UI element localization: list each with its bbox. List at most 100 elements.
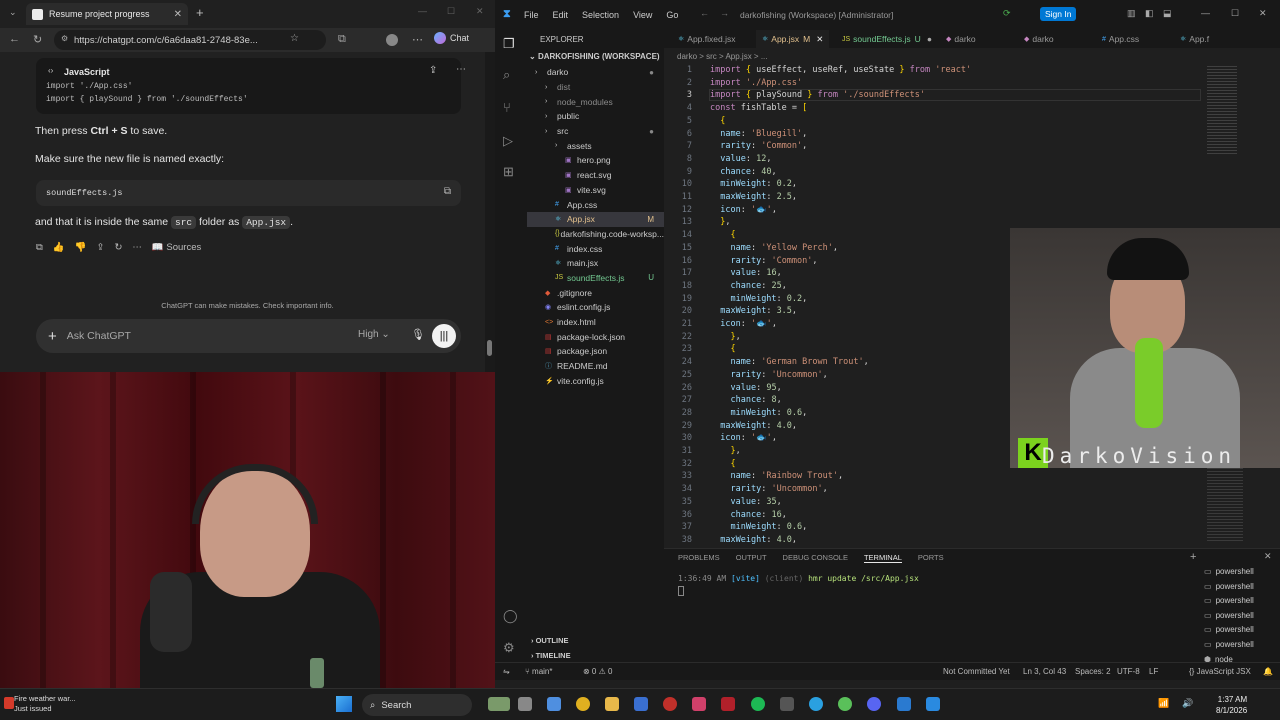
language-mode[interactable]: {} JavaScript JSX [1189,667,1251,676]
layout-icon[interactable]: ▥ [1127,8,1136,19]
edge-icon[interactable] [809,697,823,711]
cursor-position[interactable]: Ln 3, Col 43 [1023,667,1066,676]
tree-item[interactable]: ▤ package.json [527,344,664,359]
widgets-icon[interactable] [488,697,510,711]
notifications-icon[interactable]: 🔔 [1263,667,1273,676]
editor-tab[interactable]: ◆ darko [1018,30,1060,48]
menu-view[interactable]: View [633,10,652,20]
editor-tab[interactable]: # App.css [1096,30,1145,48]
profile-avatar[interactable] [386,34,398,46]
tab-problems[interactable]: PROBLEMS [678,553,720,563]
maximize-icon[interactable]: ☐ [447,6,455,17]
line-ending[interactable]: LF [1149,667,1158,676]
tree-item[interactable]: › darko ● [527,65,664,80]
file-explorer-icon[interactable] [605,697,619,711]
tree-item[interactable]: ▤ package-lock.json [527,329,664,344]
extensions-icon[interactable]: ⊞ [503,164,519,180]
windows-start-icon[interactable] [336,696,352,712]
app-icon[interactable] [838,697,852,711]
timeline-section[interactable]: › TIMELINE [531,651,571,660]
tree-item[interactable]: › assets [527,138,664,153]
tab-list-icon[interactable]: ⌄ [9,7,17,18]
more-icon[interactable]: ⋯ [412,33,423,46]
thumbs-down-icon[interactable]: 👎 [75,242,87,253]
tree-item[interactable]: ⚛ main.jsx [527,256,664,271]
editor-tab[interactable]: ⚛ App.f [1174,30,1215,48]
settings-gear-icon[interactable]: ⚙ [503,640,519,656]
terminal-instance[interactable]: ▭ powershell [1204,596,1254,611]
copilot-chat-button[interactable]: Chat [434,32,469,44]
close-tab-icon[interactable]: ✕ [174,9,182,20]
task-view-icon[interactable] [518,697,532,711]
scrollbar[interactable] [485,52,495,372]
workspace-title[interactable]: darkofishing (Workspace) [Administrator] [740,10,893,20]
terminal-instance[interactable]: ▭ powershell [1204,625,1254,640]
regenerate-icon[interactable]: ↻ [114,242,122,253]
close-window-icon[interactable]: ✕ [1259,8,1267,19]
tab-ports[interactable]: PORTS [918,553,944,563]
maps-icon[interactable] [692,697,706,711]
weather-alert-icon[interactable] [4,697,14,709]
tree-item[interactable]: ◉ eslint.config.js [527,300,664,315]
tree-item[interactable]: # index.css [527,241,664,256]
tab-debug-console[interactable]: DEBUG CONSOLE [783,553,848,563]
outline-section[interactable]: › OUTLINE [531,636,569,645]
voice-mode-button[interactable]: ||| [432,324,456,348]
new-tab-icon[interactable]: + [196,5,204,20]
indentation[interactable]: Spaces: 2 [1075,667,1111,676]
git-branch[interactable]: ⑂ main* [525,667,552,676]
menu-edit[interactable]: Edit [553,10,569,20]
copy-icon[interactable]: ⧉ [444,186,451,198]
tree-item[interactable]: JS soundEffects.js U [527,271,664,286]
terminal-instance[interactable]: ▭ powershell [1204,567,1254,582]
favorite-icon[interactable]: ☆ [290,33,299,44]
app-icon[interactable] [663,697,677,711]
run-debug-icon[interactable]: ▷ [503,133,519,149]
url-field[interactable]: ⚙ https://chatgpt.com/c/6a6daa81-2748-83… [54,30,326,50]
tree-item[interactable]: ⚛ App.jsx M [527,211,664,227]
model-level-select[interactable]: High ⌄ [358,329,390,340]
close-panel-icon[interactable]: ✕ [1264,551,1272,562]
volume-icon[interactable]: 🔊 [1182,698,1193,709]
problems-count[interactable]: ⊗ 0 ⚠ 0 [583,667,612,676]
tree-item[interactable]: › dist [527,80,664,95]
share-icon[interactable]: ⇪ [96,242,104,253]
discord-icon[interactable] [867,697,881,711]
minimize-icon[interactable]: — [1201,8,1210,18]
editor-tab[interactable]: JS soundEffects.js U ● [836,30,938,48]
maximize-icon[interactable]: ☐ [1231,8,1239,19]
nav-forward-icon[interactable]: → [720,8,729,18]
app-icon[interactable] [780,697,794,711]
tree-item[interactable]: <> index.html [527,315,664,330]
tree-item[interactable]: › node_modules [527,94,664,109]
tree-item[interactable]: ▣ react.svg [527,168,664,183]
close-tab-icon[interactable]: ✕ [816,34,823,45]
tree-item[interactable]: ▣ vite.svg [527,183,664,198]
weather-widget[interactable]: Fire weather war... Just issued [14,694,76,714]
clock[interactable]: 1:37 AM 8/1/2026 [1216,694,1247,716]
sources-button[interactable]: 📖 Sources [152,242,201,253]
browser-tab[interactable]: Resume project progress ✕ [26,3,188,25]
source-control-icon[interactable]: ⑂ [503,100,519,116]
chat-input[interactable]: + Ask ChatGPT High ⌄ 🎙 ||| [36,319,461,353]
tree-item[interactable]: ▣ hero.png [527,153,664,168]
tree-item[interactable]: › src ● [527,124,664,139]
explorer-icon[interactable]: ❐ [503,36,519,52]
store-icon[interactable] [634,697,648,711]
spotify-icon[interactable] [751,697,765,711]
editor-tab[interactable]: ◆ darko [940,30,982,48]
tree-item[interactable]: ◆ .gitignore [527,285,664,300]
share-icon[interactable]: ⇪ [429,65,437,76]
terminal-instance[interactable]: ▭ powershell [1204,611,1254,626]
more-options-icon[interactable]: ⋯ [456,64,466,75]
app-icon[interactable] [721,697,735,711]
microphone-icon[interactable]: 🎙 [411,328,425,341]
encoding[interactable]: UTF-8 [1117,667,1140,676]
editor-tab[interactable]: ⚛ App.fixed.jsx [672,30,741,48]
refresh-icon[interactable]: ↻ [33,33,42,46]
menu-go[interactable]: Go [666,10,678,20]
more-icon[interactable]: ⋯ [132,242,142,253]
thumbs-up-icon[interactable]: 👍 [53,242,65,253]
menu-selection[interactable]: Selection [582,10,619,20]
add-icon[interactable]: + [48,328,57,345]
